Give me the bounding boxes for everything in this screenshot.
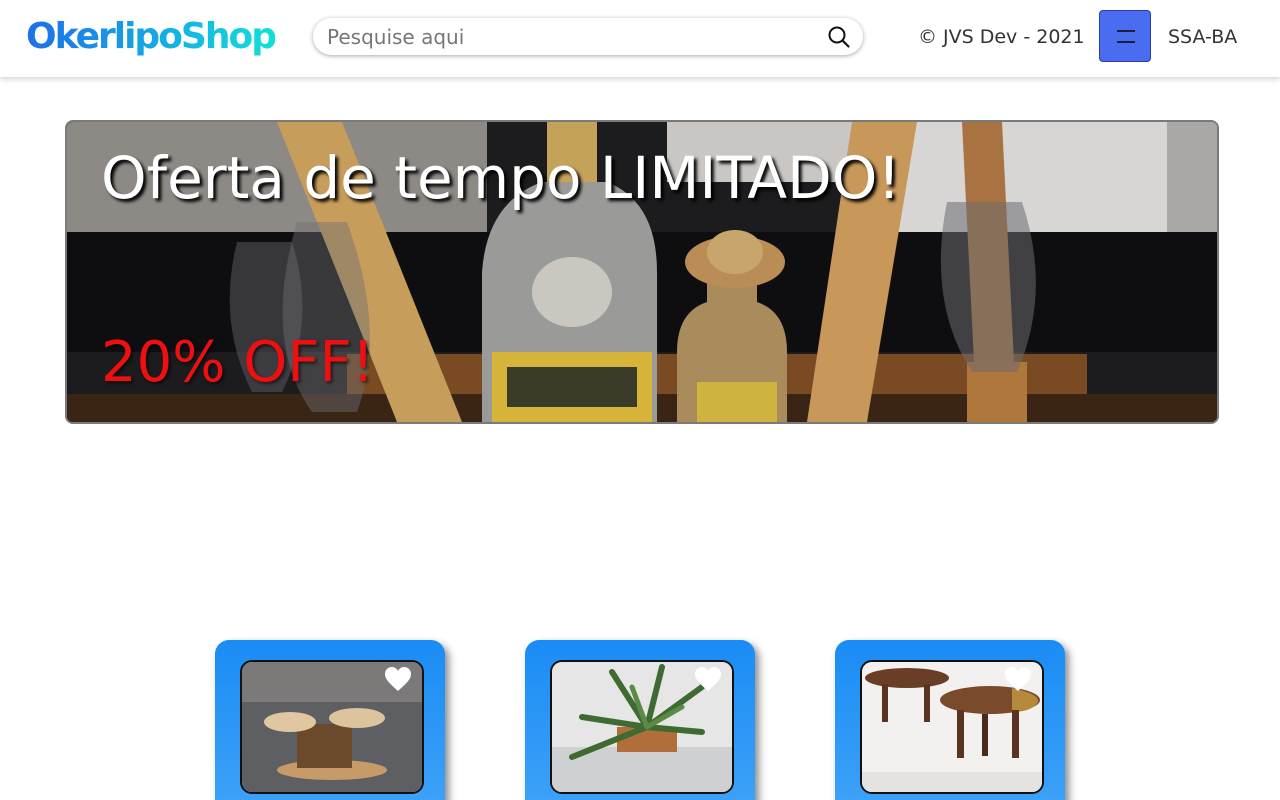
product-card[interactable] — [525, 640, 755, 800]
product-image[interactable] — [240, 660, 424, 794]
banner-discount: 20% OFF! — [101, 330, 375, 395]
product-image[interactable] — [860, 660, 1044, 794]
menu-button[interactable] — [1099, 10, 1151, 62]
search-input[interactable] — [327, 20, 817, 53]
favorite-icon[interactable] — [1004, 666, 1032, 692]
product-image[interactable] — [550, 660, 734, 794]
product-card[interactable] — [835, 640, 1065, 800]
product-card[interactable] — [215, 640, 445, 800]
promo-banner[interactable]: Oferta de tempo LIMITADO! 20% OFF! — [65, 120, 1219, 424]
copyright-text: © JVS Dev - 2021 — [918, 26, 1085, 48]
header: OkerlipoShop © JVS Dev - 2021 SSA-BA — [0, 0, 1280, 77]
favorite-icon[interactable] — [384, 666, 412, 692]
search-bar — [313, 18, 863, 55]
favorite-icon[interactable] — [694, 666, 722, 692]
logo[interactable]: OkerlipoShop — [26, 12, 277, 62]
banner-title: Oferta de tempo LIMITADO! — [101, 144, 901, 212]
search-icon[interactable] — [827, 25, 851, 49]
region-label: SSA-BA — [1168, 26, 1238, 48]
